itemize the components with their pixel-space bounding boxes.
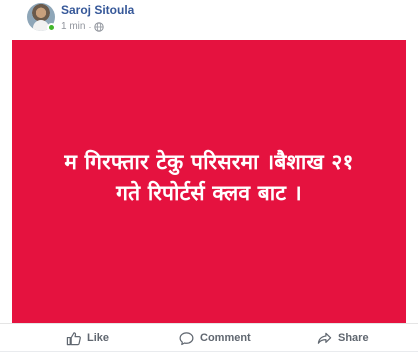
post-action-bar: Like Comment Share — [0, 323, 418, 351]
thumbs-up-icon — [66, 331, 81, 346]
post-text-line-1: म गिरफ्तार टेकु परिसरमा ।बैशाख २१ — [64, 149, 354, 174]
share-arrow-icon — [317, 331, 332, 346]
comment-icon — [179, 331, 194, 346]
post-header: Saroj Sitoula 1 min · — [0, 0, 418, 40]
share-label: Share — [338, 332, 369, 344]
post-text: म गिरफ्तार टेकु परिसरमा ।बैशाख २१ गते रि… — [29, 147, 389, 209]
post-timestamp[interactable]: 1 min — [61, 21, 85, 32]
author-name[interactable]: Saroj Sitoula — [61, 3, 134, 17]
meta-separator: · — [88, 21, 92, 32]
comment-button[interactable]: Comment — [179, 324, 251, 352]
post-card: Saroj Sitoula 1 min · म गिरफ्तार टेकु पर… — [0, 0, 418, 351]
share-button[interactable]: Share — [317, 324, 369, 352]
comment-label: Comment — [200, 332, 251, 344]
post-text-line-2: गते रिपोर्टर्स क्लव बाट । — [116, 180, 302, 205]
online-status-dot — [47, 23, 56, 32]
globe-icon[interactable] — [94, 21, 105, 32]
post-text-background[interactable]: म गिरफ्तार टेकु परिसरमा ।बैशाख २१ गते रि… — [12, 40, 406, 323]
post-meta: 1 min · — [61, 21, 105, 32]
like-label: Like — [87, 332, 110, 344]
like-button[interactable]: Like — [66, 324, 109, 352]
author-avatar[interactable] — [27, 3, 56, 32]
